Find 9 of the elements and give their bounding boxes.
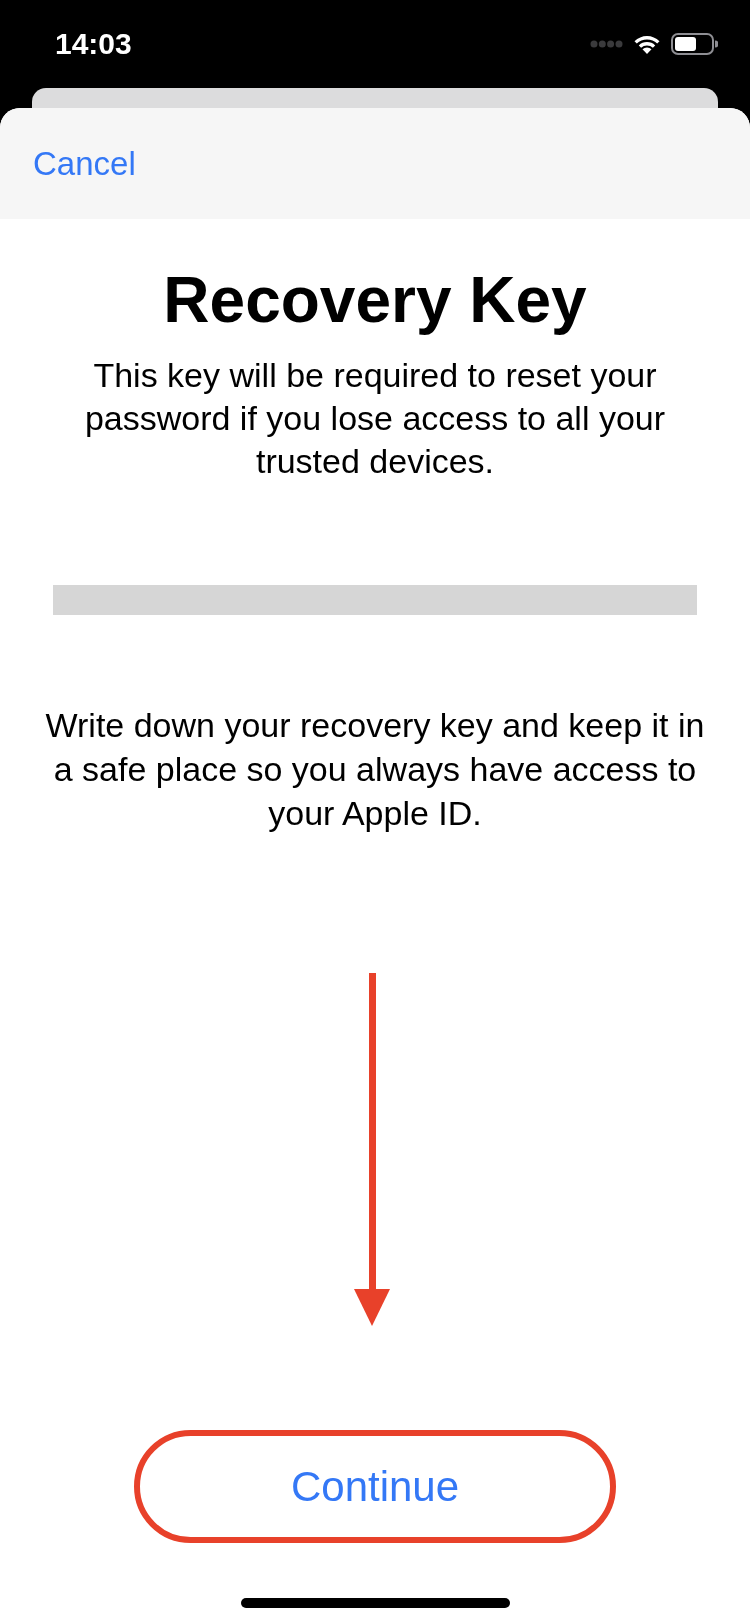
status-time: 14:03	[55, 29, 132, 59]
battery-icon	[671, 33, 718, 55]
cancel-button[interactable]: Cancel	[33, 147, 136, 180]
wifi-icon	[633, 34, 661, 54]
description-text: This key will be required to reset your password if you lose access to all your trusted devices.	[83, 355, 667, 482]
continue-button[interactable]: Continue	[134, 1430, 616, 1543]
signal-icon	[590, 40, 623, 48]
instruction-text: Write down your recovery key and keep it in a safe place so you always have access to your Apple ID.	[44, 705, 706, 834]
page-title: Recovery Key	[163, 264, 587, 336]
